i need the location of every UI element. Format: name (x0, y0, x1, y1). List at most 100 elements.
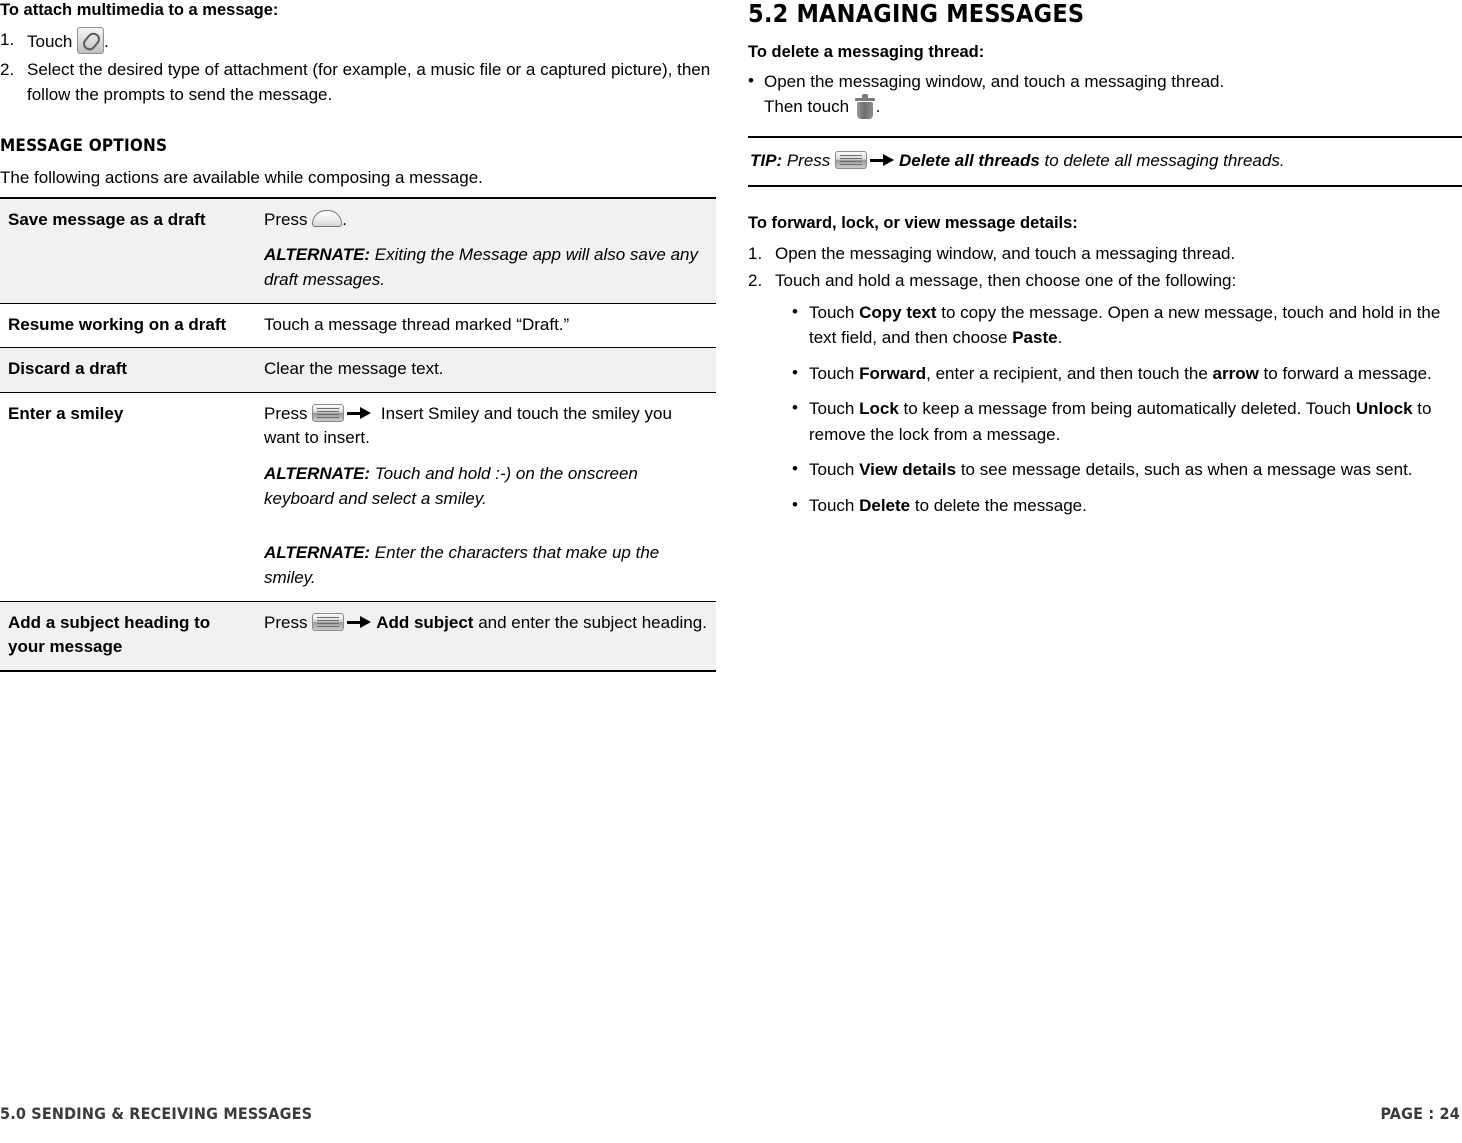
manual-page: To attach multimedia to a message: 1. Tou… (0, 0, 1462, 1143)
arrow-icon (870, 153, 896, 167)
bullet-mid: , enter a recipient, and then touch the (926, 363, 1213, 383)
left-column: To attach multimedia to a message: 1. Tou… (0, 0, 716, 672)
table-row: Save message as a draft Press . ALTERNAT… (0, 196, 716, 303)
bullet-bold: Forward (859, 363, 927, 383)
footer-section-label: 5.0 SENDING & RECEIVING MESSAGES (0, 1104, 313, 1123)
step-number: 2. (0, 59, 15, 79)
desc-pre: Press (264, 209, 313, 229)
bullet-mid: to keep a message from being automatical… (898, 399, 1356, 419)
bullet-text-line2: Then touch . (764, 94, 1462, 120)
delete-thread-list: • Open the messaging window, and touch a … (748, 69, 1462, 121)
bullet-post: . (1057, 328, 1063, 348)
forward-lock-view-heading: To forward, lock, or view message detail… (748, 214, 1078, 233)
bullet-bold-2: Unlock (1355, 399, 1413, 419)
arrow-icon (347, 615, 373, 629)
desc-post: and enter the subject heading. (473, 612, 707, 632)
bullet-bold: View details (859, 460, 957, 480)
bullet-pre: Touch (809, 399, 860, 419)
bullet-bold-2: arrow (1212, 363, 1259, 383)
bullet-bold-2: Paste (1012, 328, 1058, 348)
desc-pre: Press (264, 403, 313, 423)
step-number: 2. (748, 271, 763, 291)
row-label: Discard a draft (0, 347, 256, 393)
table-row: Add a subject heading to your message Pr… (0, 600, 716, 672)
tip-callout: TIP: Press Delete all threads to delete … (748, 136, 1462, 188)
bullet-glyph: • (792, 362, 798, 382)
list-item: • Touch Lock to keep a message from being… (792, 396, 1462, 447)
bullet-glyph: • (748, 70, 754, 90)
forward-steps-list: 1. Open the messaging window, and touch a… (748, 241, 1462, 294)
row-description: Clear the message text. (256, 347, 716, 393)
step-text-post: . (104, 32, 109, 52)
message-options-table: Save message as a draft Press . ALTERNAT… (0, 196, 716, 672)
step-text: Select the desired type of attachment (f… (27, 59, 711, 105)
alternate-note: ALTERNATE: Exiting the Message app will … (264, 243, 708, 292)
row-label: Save message as a draft (0, 196, 256, 303)
bullet-glyph: • (792, 398, 798, 418)
step-text-pre: Touch (27, 32, 78, 52)
row-description: Touch a message thread marked “Draft.” (256, 302, 716, 348)
alternate-label: ALTERNATE: (264, 464, 371, 484)
tip-post: to delete all messaging threads. (1039, 151, 1285, 171)
message-options-heading: MESSAGE OPTIONS (0, 135, 168, 156)
step-number: 1. (748, 243, 763, 263)
row-label: Enter a smiley (0, 391, 256, 602)
delete-thread-heading: To delete a messaging thread: (748, 42, 985, 61)
row-description: Press Add subject and enter the subject … (256, 600, 716, 672)
list-item: • Open the messaging window, and touch a … (748, 69, 1462, 121)
step-number: 1. (0, 30, 15, 50)
menu-key-icon (312, 403, 345, 422)
list-item: 2. Touch and hold a message, then choose … (748, 268, 1462, 294)
alternate-label: ALTERNATE: (264, 245, 371, 265)
bullet-bold: Copy text (859, 302, 937, 322)
message-options-intro: The following actions are available whil… (0, 167, 483, 187)
list-item: • Touch Delete to delete the message. (792, 493, 1462, 519)
table-row: Resume working on a draft Touch a messag… (0, 302, 716, 348)
row-label: Add a subject heading to your message (0, 600, 256, 672)
bullet-pre: Touch (809, 460, 860, 480)
attachment-icon (77, 27, 105, 55)
list-item: • Touch Forward, enter a recipient, and t… (792, 361, 1462, 387)
bullet-glyph: • (792, 459, 798, 479)
bullet-text-pre: Then touch (764, 97, 854, 117)
list-item: 2. Select the desired type of attachment … (0, 57, 716, 108)
bullet-post: to forward a message. (1258, 363, 1432, 383)
menu-key-icon (835, 151, 868, 170)
row-description: Press . ALTERNATE: Exiting the Message a… (256, 196, 716, 303)
row-label: Resume working on a draft (0, 302, 256, 348)
desc-post: . (342, 209, 347, 229)
tip-pre: Press (782, 151, 836, 171)
attach-multimedia-heading: To attach multimedia to a message: (0, 1, 279, 19)
back-key-icon (312, 209, 343, 227)
step-text: Open the messaging window, and touch a m… (775, 243, 1236, 263)
list-item: • Touch Copy text to copy the message. Op… (792, 300, 1462, 351)
attach-steps-list: 1. Touch . 2. Select the desired type of a… (0, 27, 716, 108)
trash-icon (854, 94, 876, 120)
list-item: • Touch View details to see message detai… (792, 457, 1462, 483)
alternate-note: ALTERNATE: Touch and hold :-) on the ons… (264, 462, 708, 511)
bullet-bold: Lock (859, 399, 899, 419)
tip-label: TIP: (750, 151, 783, 171)
arrow-icon (347, 406, 373, 420)
row-description: Press Insert Smiley and touch the smiley… (256, 391, 716, 602)
bullet-glyph: • (792, 301, 798, 321)
right-column: 5.2 MANAGING MESSAGES To delete a messag… (748, 0, 1462, 528)
bullet-pre: Touch (809, 302, 860, 322)
bullet-bold: Delete (859, 495, 911, 515)
table-row: Discard a draft Clear the message text. (0, 347, 716, 393)
menu-key-icon (312, 612, 345, 631)
step-text: Touch and hold a message, then choose on… (775, 271, 1237, 291)
desc-bold: Add subject (376, 612, 474, 632)
message-action-bullets: • Touch Copy text to copy the message. Op… (748, 300, 1462, 519)
bullet-pre: Touch (809, 363, 860, 383)
bullet-text-post: . (875, 97, 881, 117)
bullet-mid: to see message details, such as when a m… (956, 460, 1413, 480)
tip-bold: Delete all threads (899, 151, 1040, 171)
bullet-pre: Touch (809, 495, 860, 515)
bullet-mid: to delete the message. (910, 495, 1087, 515)
list-item: 1. Touch . (0, 27, 716, 55)
page-title: 5.2 MANAGING MESSAGES (748, 0, 1085, 28)
alternate-label: ALTERNATE: (264, 543, 371, 563)
footer-page-number: PAGE : 24 (1380, 1104, 1460, 1123)
list-item: 1. Open the messaging window, and touch a… (748, 241, 1462, 267)
